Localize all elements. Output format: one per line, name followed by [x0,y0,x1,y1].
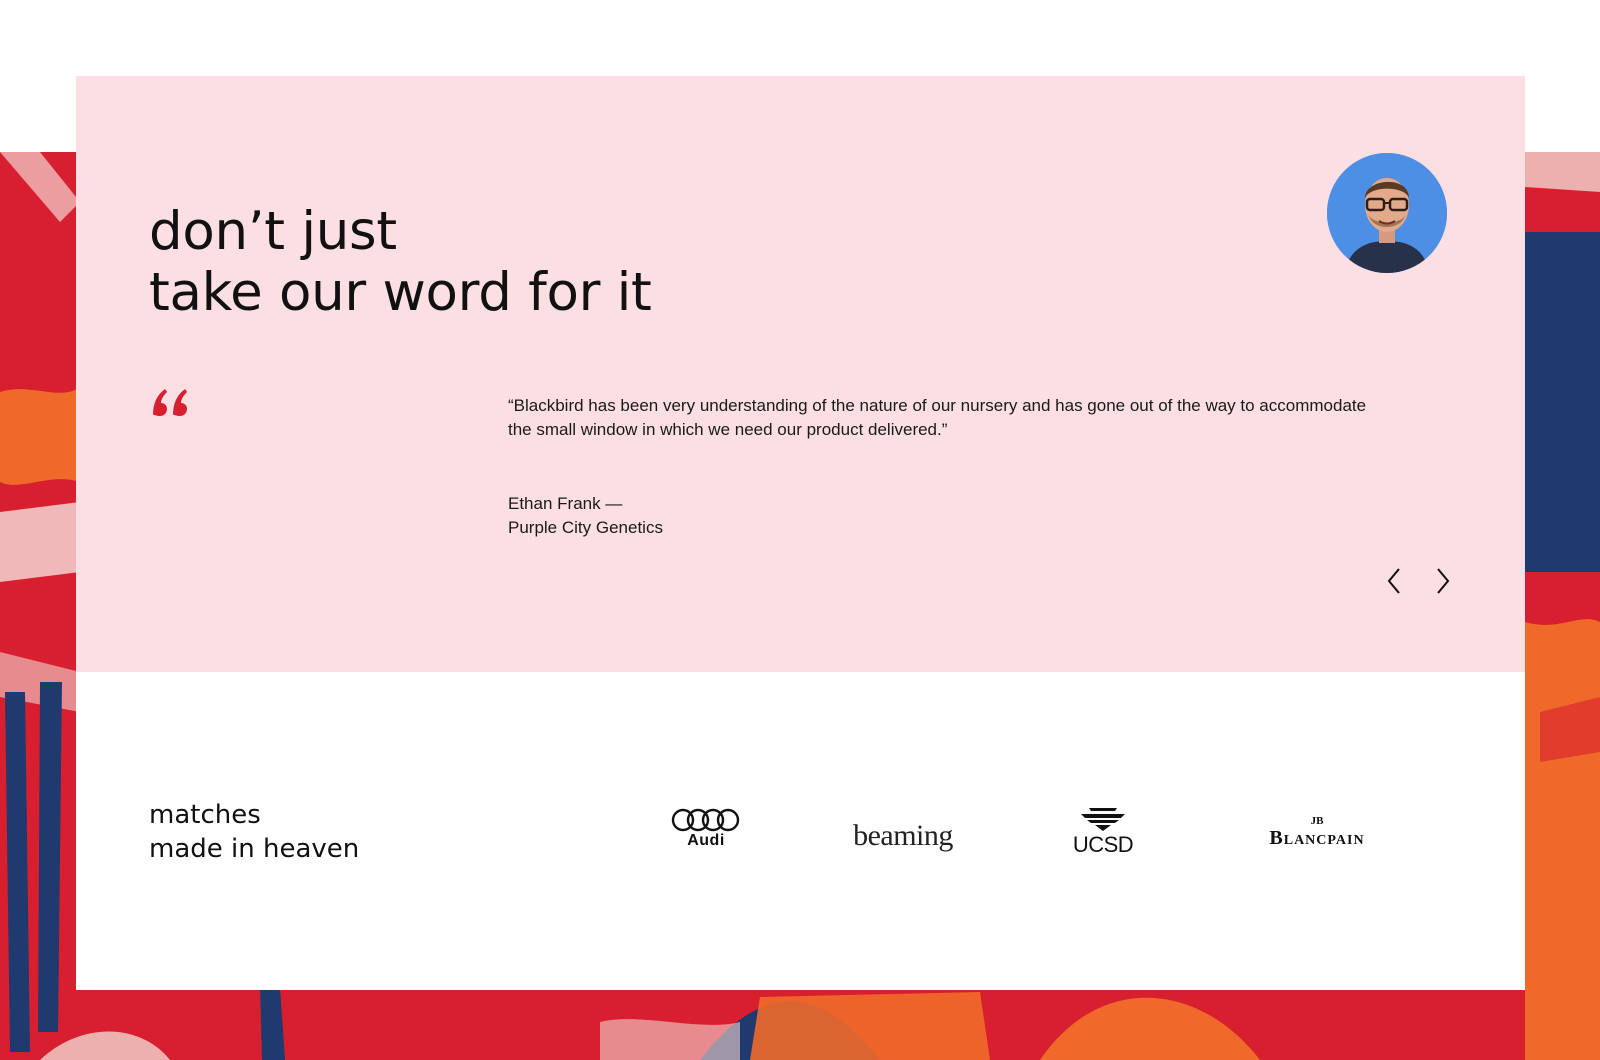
ucsd-logo-text: UCSD [1072,832,1134,857]
audi-logo: Audi [661,808,751,849]
author-company: Purple City Genetics [508,518,663,537]
content-card: don’t just take our word for it “Blackbi… [76,76,1525,990]
testimonial-author: Ethan Frank — Purple City Genetics [508,492,663,540]
testimonial-quote: “Blackbird has been very understanding o… [508,396,1367,439]
chevron-right-icon [1437,568,1450,594]
beaming-logo: beaming [838,821,968,851]
author-name: Ethan Frank — [508,494,623,513]
page-title: don’t just take our word for it [149,201,652,323]
partners-heading-line-1: matches [149,800,261,830]
ucsd-mark-icon [1081,808,1125,831]
quote-mark-icon [149,381,191,421]
partners-heading: matches made in heaven [149,798,359,866]
blancpain-monogram: JB [1310,815,1324,827]
previous-button[interactable] [1379,565,1409,597]
audi-rings-icon [671,808,740,832]
blancpain-logo: JB Blancpain [1252,815,1382,850]
blancpain-logo-text: Blancpain [1269,827,1365,849]
next-button[interactable] [1428,565,1458,597]
testimonial-section: don’t just take our word for it “Blackbi… [76,76,1525,672]
ucsd-logo: UCSD [1063,806,1143,856]
avatar [1327,153,1447,273]
chevron-left-icon [1387,568,1400,594]
beaming-logo-text: beaming [853,819,953,852]
title-line-2: take our word for it [149,262,652,323]
audi-logo-text: Audi [687,832,725,849]
person-photo-icon [1327,153,1447,273]
title-line-1: don’t just [149,201,397,262]
partners-heading-line-2: made in heaven [149,834,360,864]
